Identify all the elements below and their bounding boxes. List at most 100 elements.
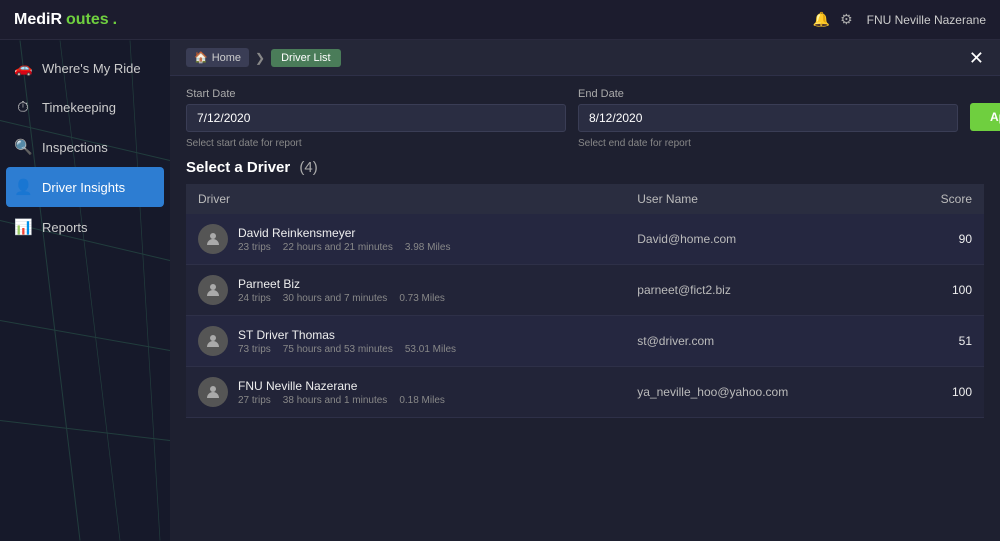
driver-avatar-1 bbox=[198, 275, 228, 305]
col-username: User Name bbox=[625, 184, 898, 214]
content-area: 🏠 Home ❯ Driver List ✕ Start Date Select… bbox=[170, 40, 1000, 541]
driver-name-1: Parneet Biz bbox=[238, 277, 445, 291]
breadcrumb-home[interactable]: 🏠 Home bbox=[186, 48, 249, 67]
sidebar-item-inspections[interactable]: 🔍 Inspections bbox=[0, 127, 170, 167]
table-row[interactable]: ST Driver Thomas 73 trips 75 hours and 5… bbox=[186, 316, 984, 367]
driver-stats-3: 27 trips 38 hours and 1 minutes 0.18 Mil… bbox=[238, 395, 445, 406]
driver-cell-3: FNU Neville Nazerane 27 trips 38 hours a… bbox=[186, 367, 625, 418]
clock-icon: ⏱ bbox=[14, 99, 32, 116]
content-header: 🏠 Home ❯ Driver List ✕ bbox=[170, 40, 1000, 76]
driver-cell-1: Parneet Biz 24 trips 30 hours and 7 minu… bbox=[186, 265, 625, 316]
driver-avatar-3 bbox=[198, 377, 228, 407]
logo-dot: . bbox=[113, 11, 117, 29]
breadcrumb: 🏠 Home ❯ Driver List bbox=[186, 48, 341, 67]
table-row[interactable]: Parneet Biz 24 trips 30 hours and 7 minu… bbox=[186, 265, 984, 316]
driver-name-3: FNU Neville Nazerane bbox=[238, 379, 445, 393]
magnify-icon: 🔍 bbox=[14, 138, 32, 156]
driver-trips-3: 27 trips bbox=[238, 395, 271, 406]
section-title-text: Select a Driver bbox=[186, 159, 290, 176]
logo-routes: outes bbox=[66, 11, 109, 29]
breadcrumb-arrow: ❯ bbox=[255, 51, 265, 65]
driver-hours-1: 30 hours and 7 minutes bbox=[283, 293, 388, 304]
topbar-icons: 🔔 ⚙ bbox=[813, 11, 853, 28]
sidebar-item-driver-insights[interactable]: 👤 Driver Insights bbox=[6, 167, 164, 207]
sidebar-item-wheres-my-ride[interactable]: 🚗 Where's My Ride bbox=[0, 48, 170, 88]
driver-miles-1: 0.73 Miles bbox=[399, 293, 445, 304]
section-title: Select a Driver (4) bbox=[186, 159, 984, 176]
driver-stats-2: 73 trips 75 hours and 53 minutes 53.01 M… bbox=[238, 344, 456, 355]
driver-miles-2: 53.01 Miles bbox=[405, 344, 456, 355]
sidebar: 🚗 Where's My Ride ⏱ Timekeeping 🔍 Inspec… bbox=[0, 40, 170, 541]
driver-username-0: David@home.com bbox=[625, 214, 898, 265]
end-date-input[interactable] bbox=[578, 104, 958, 132]
driver-username-1: parneet@fict2.biz bbox=[625, 265, 898, 316]
end-date-label: End Date bbox=[578, 88, 958, 100]
driver-stats-1: 24 trips 30 hours and 7 minutes 0.73 Mil… bbox=[238, 293, 445, 304]
driver-miles-3: 0.18 Miles bbox=[399, 395, 445, 406]
col-driver: Driver bbox=[186, 184, 625, 214]
driver-avatar-0 bbox=[198, 224, 228, 254]
filter-row: Start Date Select start date for report … bbox=[170, 76, 1000, 153]
driver-info-2: ST Driver Thomas 73 trips 75 hours and 5… bbox=[238, 328, 456, 355]
apply-button[interactable]: Apply bbox=[970, 103, 1000, 131]
table-header-row: Driver User Name Score bbox=[186, 184, 984, 214]
end-date-hint: Select end date for report bbox=[578, 138, 958, 149]
driver-section: Select a Driver (4) Driver User Name Sco… bbox=[170, 153, 1000, 426]
driver-info-0: David Reinkensmeyer 23 trips 22 hours an… bbox=[238, 226, 450, 253]
driver-score-3: 100 bbox=[898, 367, 984, 418]
app-logo: MediRoutes. bbox=[14, 11, 117, 29]
driver-info-3: FNU Neville Nazerane 27 trips 38 hours a… bbox=[238, 379, 445, 406]
driver-hours-0: 22 hours and 21 minutes bbox=[283, 242, 393, 253]
home-icon: 🏠 bbox=[194, 51, 208, 64]
driver-trips-2: 73 trips bbox=[238, 344, 271, 355]
driver-username-3: ya_neville_hoo@yahoo.com bbox=[625, 367, 898, 418]
start-date-hint: Select start date for report bbox=[186, 138, 566, 149]
section-count: (4) bbox=[299, 159, 317, 176]
breadcrumb-current-label: Driver List bbox=[281, 52, 331, 64]
sidebar-label-inspections: Inspections bbox=[42, 140, 108, 155]
driver-avatar-2 bbox=[198, 326, 228, 356]
start-date-input[interactable] bbox=[186, 104, 566, 132]
driver-stats-0: 23 trips 22 hours and 21 minutes 3.98 Mi… bbox=[238, 242, 450, 253]
main-layout: 🚗 Where's My Ride ⏱ Timekeeping 🔍 Inspec… bbox=[0, 40, 1000, 541]
car-icon: 🚗 bbox=[14, 59, 32, 77]
logo-medi: MediR bbox=[14, 11, 62, 29]
driver-cell-2: ST Driver Thomas 73 trips 75 hours and 5… bbox=[186, 316, 625, 367]
driver-score-2: 51 bbox=[898, 316, 984, 367]
driver-table: Driver User Name Score David Reinkensmey… bbox=[186, 184, 984, 418]
sidebar-item-timekeeping[interactable]: ⏱ Timekeeping bbox=[0, 88, 170, 127]
settings-icon[interactable]: ⚙ bbox=[840, 11, 853, 28]
table-row[interactable]: David Reinkensmeyer 23 trips 22 hours an… bbox=[186, 214, 984, 265]
notification-icon[interactable]: 🔔 bbox=[813, 11, 830, 28]
breadcrumb-home-label: Home bbox=[212, 52, 241, 64]
sidebar-label-timekeeping: Timekeeping bbox=[42, 100, 116, 115]
driver-table-body: David Reinkensmeyer 23 trips 22 hours an… bbox=[186, 214, 984, 418]
driver-trips-0: 23 trips bbox=[238, 242, 271, 253]
breadcrumb-current: Driver List bbox=[271, 49, 341, 67]
driver-name-2: ST Driver Thomas bbox=[238, 328, 456, 342]
chart-icon: 📊 bbox=[14, 218, 32, 236]
sidebar-navigation: 🚗 Where's My Ride ⏱ Timekeeping 🔍 Inspec… bbox=[0, 40, 170, 247]
sidebar-label-wheres-my-ride: Where's My Ride bbox=[42, 61, 141, 76]
table-row[interactable]: FNU Neville Nazerane 27 trips 38 hours a… bbox=[186, 367, 984, 418]
driver-hours-3: 38 hours and 1 minutes bbox=[283, 395, 388, 406]
topbar: MediRoutes. 🔔 ⚙ FNU Neville Nazerane bbox=[0, 0, 1000, 40]
end-date-group: End Date Select end date for report bbox=[578, 88, 958, 149]
driver-score-0: 90 bbox=[898, 214, 984, 265]
person-icon: 👤 bbox=[14, 178, 32, 196]
start-date-label: Start Date bbox=[186, 88, 566, 100]
sidebar-label-driver-insights: Driver Insights bbox=[42, 180, 125, 195]
sidebar-item-reports[interactable]: 📊 Reports bbox=[0, 207, 170, 247]
driver-cell-0: David Reinkensmeyer 23 trips 22 hours an… bbox=[186, 214, 625, 265]
driver-hours-2: 75 hours and 53 minutes bbox=[283, 344, 393, 355]
driver-miles-0: 3.98 Miles bbox=[405, 242, 451, 253]
start-date-group: Start Date Select start date for report bbox=[186, 88, 566, 149]
close-button[interactable]: ✕ bbox=[969, 49, 984, 67]
driver-name-0: David Reinkensmeyer bbox=[238, 226, 450, 240]
topbar-right: 🔔 ⚙ FNU Neville Nazerane bbox=[813, 11, 986, 28]
sidebar-label-reports: Reports bbox=[42, 220, 88, 235]
driver-info-1: Parneet Biz 24 trips 30 hours and 7 minu… bbox=[238, 277, 445, 304]
driver-username-2: st@driver.com bbox=[625, 316, 898, 367]
driver-score-1: 100 bbox=[898, 265, 984, 316]
col-score: Score bbox=[898, 184, 984, 214]
